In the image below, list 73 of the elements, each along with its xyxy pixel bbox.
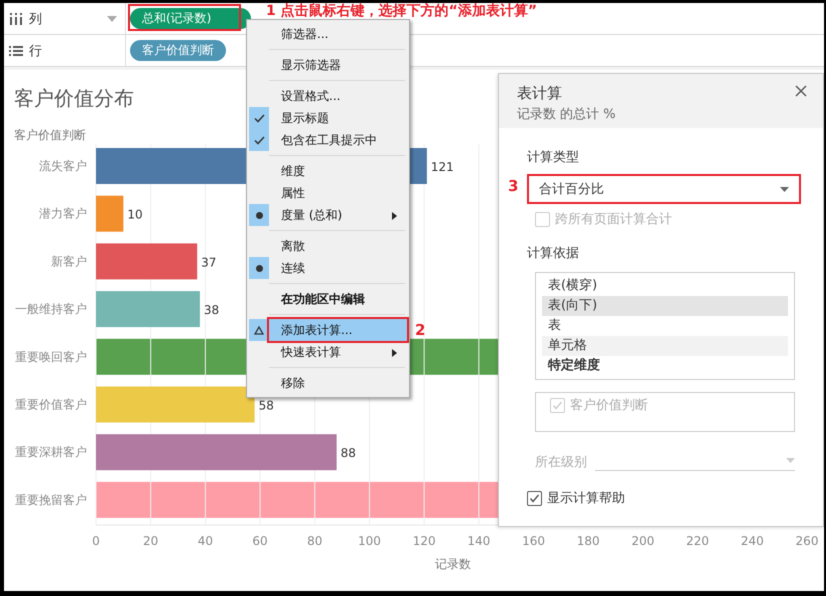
field-label: 所在级别 bbox=[535, 454, 587, 471]
checkbox-label: 客户价值判断 bbox=[570, 397, 648, 414]
menu-item[interactable]: 添加表计算... bbox=[269, 319, 407, 341]
category-label: 潜力客户 bbox=[39, 206, 87, 221]
checkbox[interactable] bbox=[527, 490, 542, 506]
shelf-label: 列 bbox=[29, 10, 42, 28]
category-label: 重要深耕客户 bbox=[15, 445, 87, 460]
category-label: 流失客户 bbox=[39, 159, 87, 173]
menu-item[interactable]: 显示筛选器 bbox=[269, 56, 407, 74]
tick-label: 260 bbox=[796, 534, 818, 548]
tick-label: 100 bbox=[358, 534, 381, 548]
caret-icon[interactable] bbox=[780, 186, 789, 192]
category-label: 重要价值客户 bbox=[15, 398, 87, 412]
section-label: 计算类型 bbox=[527, 149, 580, 166]
list-item[interactable]: 表 bbox=[542, 316, 788, 336]
value-label: 58 bbox=[258, 398, 274, 412]
tick-label: 0 bbox=[92, 534, 100, 548]
tick-label: 20 bbox=[143, 534, 158, 548]
category-label: 重要唤回客户 bbox=[15, 350, 87, 364]
menu-item[interactable]: 显示标题 bbox=[269, 110, 407, 126]
value-label: 121 bbox=[430, 160, 454, 174]
columns-icon bbox=[9, 12, 23, 24]
annotation-text: 1 点击鼠标右键，选择下方的“添加表计算” bbox=[266, 3, 538, 20]
menu-item[interactable]: 在功能区中编辑 bbox=[269, 290, 407, 308]
checkbox-label: 跨所有页面计算合计 bbox=[555, 211, 672, 228]
row-header: 客户价值判断 bbox=[14, 128, 86, 142]
menu-item[interactable]: 设置格式... bbox=[269, 88, 407, 104]
list-item[interactable]: 表(向下) bbox=[542, 296, 788, 316]
tick-label: 80 bbox=[307, 534, 322, 548]
menu-item[interactable]: 筛选器... bbox=[269, 26, 407, 42]
triangle-icon bbox=[254, 326, 264, 334]
field-pill[interactable]: 总和(记录数) bbox=[130, 8, 252, 29]
menu-item[interactable]: 连续 bbox=[269, 260, 407, 276]
tick-label: 180 bbox=[576, 534, 600, 548]
tick-label: 60 bbox=[252, 534, 268, 548]
annotation-text: 2 bbox=[415, 321, 426, 339]
category-label: 一般维持客户 bbox=[15, 302, 87, 316]
value-label: 37 bbox=[201, 255, 216, 270]
value-label: 38 bbox=[204, 303, 220, 318]
value-label: 88 bbox=[340, 446, 356, 460]
annotation-text: 3 bbox=[508, 177, 518, 195]
panel-subtitle: 记录数 的总计 % bbox=[517, 106, 616, 123]
menu-item[interactable]: 快速表计算 bbox=[269, 344, 407, 360]
close-icon[interactable] bbox=[795, 85, 807, 97]
tick-label: 140 bbox=[467, 534, 490, 548]
menu-item[interactable]: 维度 bbox=[269, 162, 407, 180]
menu-item[interactable]: 度量 (总和) bbox=[269, 206, 407, 224]
list-item[interactable]: 表(横穿) bbox=[542, 276, 788, 296]
calc-type-dropdown[interactable]: 合计百分比 bbox=[527, 174, 801, 204]
tick-label: 200 bbox=[631, 534, 654, 548]
shelf-label: 行 bbox=[29, 42, 42, 60]
value-label: 10 bbox=[127, 208, 143, 222]
checkbox-label: 显示计算帮助 bbox=[547, 490, 625, 507]
panel-title: 表计算 bbox=[517, 84, 562, 103]
tick-label: 240 bbox=[740, 534, 764, 548]
menu-item[interactable]: 属性 bbox=[269, 184, 407, 202]
section-label: 计算依据 bbox=[527, 245, 580, 262]
chart-title: 客户价值分布 bbox=[14, 86, 134, 110]
menu-item[interactable]: 移除 bbox=[269, 374, 407, 392]
menu-item[interactable]: 包含在工具提示中 bbox=[269, 132, 407, 148]
list-item[interactable]: 特定维度 bbox=[542, 356, 788, 376]
list-item[interactable]: 单元格 bbox=[542, 336, 788, 356]
tick-label: 160 bbox=[522, 534, 545, 548]
category-label: 重要挽留客户 bbox=[15, 492, 87, 507]
menu-item[interactable]: 离散 bbox=[269, 238, 407, 254]
rows-icon bbox=[9, 44, 23, 56]
tick-label: 220 bbox=[686, 534, 710, 548]
tick-label: 120 bbox=[412, 534, 436, 548]
axis-title: 记录数 bbox=[435, 557, 471, 571]
caret-icon bbox=[786, 458, 795, 462]
tick-label: 40 bbox=[198, 534, 214, 548]
dropdown-caret-icon[interactable] bbox=[107, 16, 117, 22]
category-label: 新客户 bbox=[51, 254, 87, 268]
